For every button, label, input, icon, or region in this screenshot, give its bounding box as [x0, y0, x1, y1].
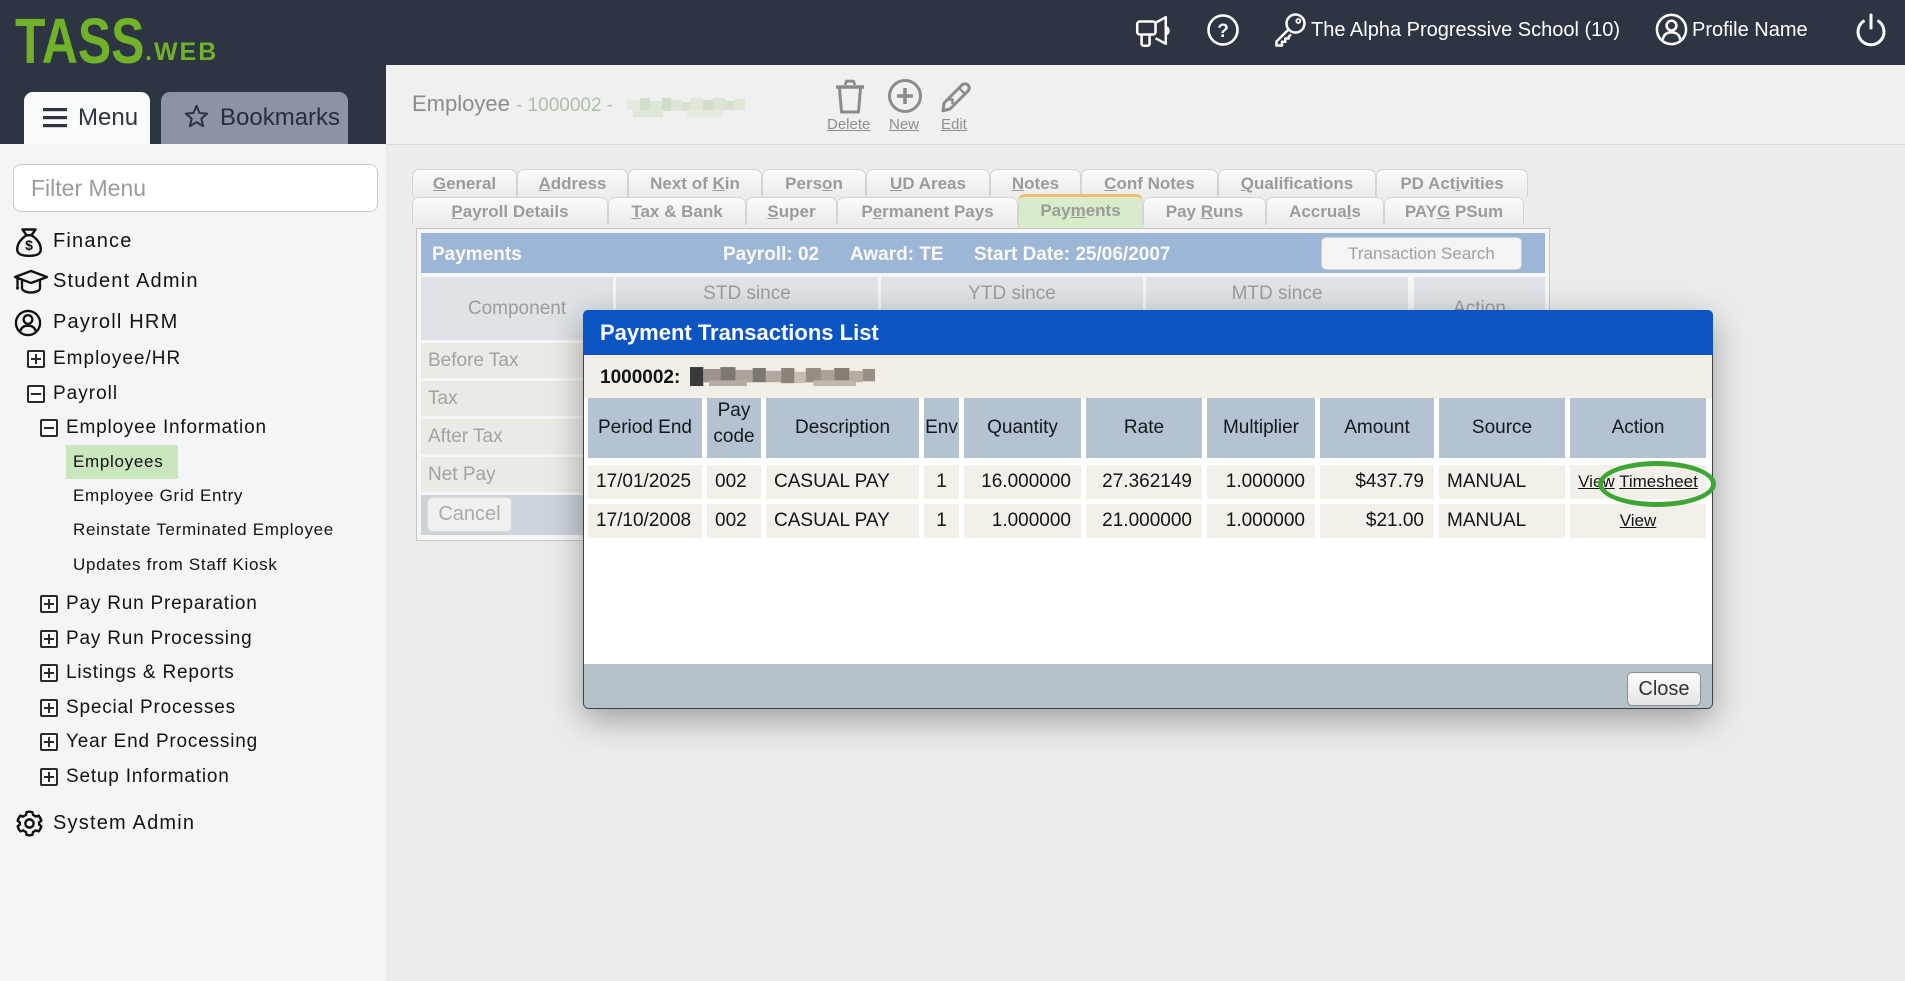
svg-text:$: $ [25, 237, 33, 253]
svg-text:?: ? [1217, 21, 1229, 42]
